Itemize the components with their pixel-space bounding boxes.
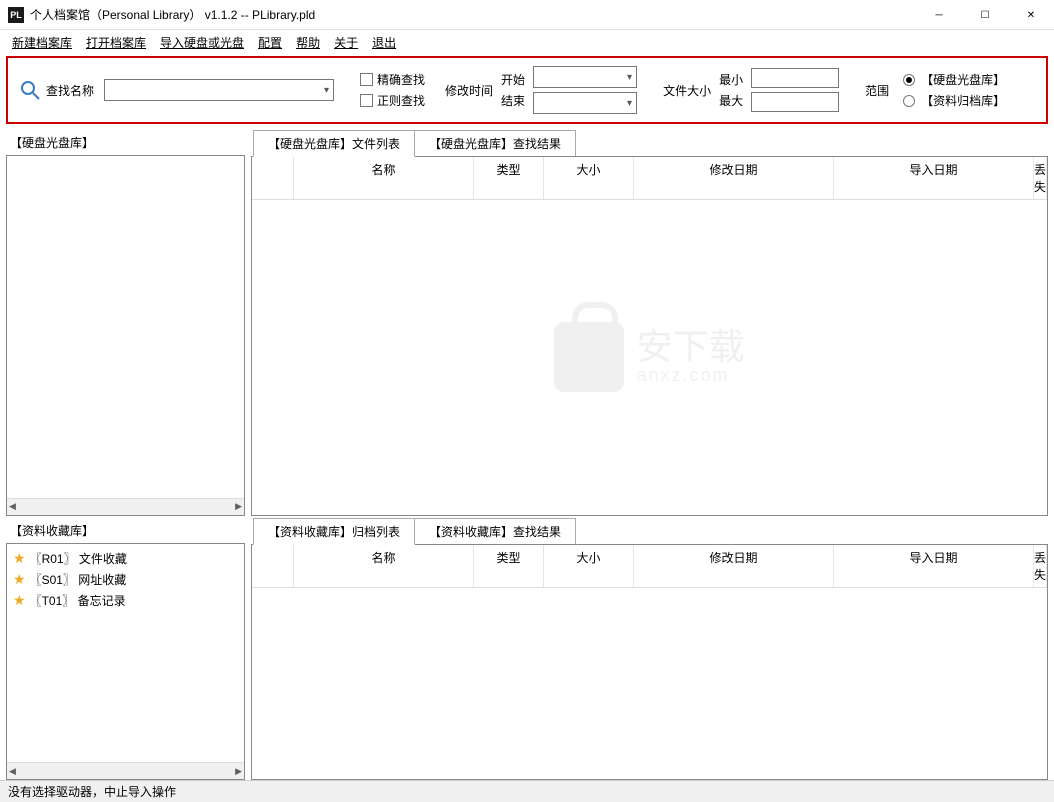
tab-collect-search[interactable]: 【资料收藏库】查找结果 xyxy=(414,518,576,544)
list-item-label: 〖R01〗 文件收藏 xyxy=(30,550,127,567)
range-disk-radio[interactable] xyxy=(903,74,915,86)
menu-open[interactable]: 打开档案库 xyxy=(80,32,152,53)
tab-disk-search[interactable]: 【硬盘光盘库】查找结果 xyxy=(414,130,576,156)
min-label: 最小 xyxy=(719,71,743,88)
close-button[interactable]: ✕ xyxy=(1008,0,1054,30)
col-type[interactable]: 类型 xyxy=(474,157,544,199)
tab-disk-filelist[interactable]: 【硬盘光盘库】文件列表 xyxy=(253,130,415,157)
exact-label: 精确查找 xyxy=(377,71,425,88)
disk-grid-header: 名称 类型 大小 修改日期 导入日期 丢失 xyxy=(252,157,1047,200)
app-icon: PL xyxy=(8,7,24,23)
disk-tabstrip: 【硬盘光盘库】文件列表 【硬盘光盘库】查找结果 xyxy=(251,130,1048,156)
search-toolbar: 查找名称 精确查找 正则查找 修改时间 开始 结束 文件大小 最小 最大 xyxy=(6,56,1048,124)
col-lost[interactable]: 丢失 xyxy=(1034,157,1047,199)
regex-label: 正则查找 xyxy=(377,92,425,109)
maximize-button[interactable]: ☐ xyxy=(962,0,1008,30)
max-size-input[interactable] xyxy=(751,92,839,112)
collect-tabstrip: 【资料收藏库】归档列表 【资料收藏库】查找结果 xyxy=(251,518,1048,544)
start-time-input[interactable] xyxy=(533,66,637,88)
watermark: 安下载 anxz.com xyxy=(554,322,744,392)
end-time-input[interactable] xyxy=(533,92,637,114)
exact-checkbox[interactable] xyxy=(360,73,373,86)
scroll-left-icon[interactable]: ◀ xyxy=(9,766,16,777)
status-text: 没有选择驱动器，中止导入操作 xyxy=(8,783,176,800)
range-archive-label: 【资料归档库】 xyxy=(921,92,1005,109)
col-mod-date[interactable]: 修改日期 xyxy=(634,545,834,587)
star-icon: ★ xyxy=(13,592,26,609)
watermark-sub: anxz.com xyxy=(636,365,744,386)
range-disk-label: 【硬盘光盘库】 xyxy=(921,71,1005,88)
col-type[interactable]: 类型 xyxy=(474,545,544,587)
list-item-label: 〖T01〗 备忘记录 xyxy=(30,592,126,609)
main-area: 【硬盘光盘库】 ◀ ▶ 【硬盘光盘库】文件列表 【硬盘光盘库】查找结果 名称 类… xyxy=(0,126,1054,780)
menu-config[interactable]: 配置 xyxy=(252,32,288,53)
menu-import[interactable]: 导入硬盘或光盘 xyxy=(154,32,250,53)
lock-icon xyxy=(554,322,624,392)
collect-tree-scrollbar[interactable]: ◀ ▶ xyxy=(7,762,244,779)
col-size[interactable]: 大小 xyxy=(544,157,634,199)
range-label: 范围 xyxy=(865,82,889,99)
col-import-date[interactable]: 导入日期 xyxy=(834,157,1034,199)
menu-new[interactable]: 新建档案库 xyxy=(6,32,78,53)
scroll-right-icon[interactable]: ▶ xyxy=(235,766,242,777)
list-item-label: 〖S01〗 网址收藏 xyxy=(30,571,127,588)
min-size-input[interactable] xyxy=(751,68,839,88)
disk-grid[interactable]: 名称 类型 大小 修改日期 导入日期 丢失 安下载 anxz.com xyxy=(251,156,1048,516)
minimize-button[interactable]: ─ xyxy=(916,0,962,30)
menu-about[interactable]: 关于 xyxy=(328,32,364,53)
search-name-label: 查找名称 xyxy=(46,82,94,99)
col-import-date[interactable]: 导入日期 xyxy=(834,545,1034,587)
col-name[interactable]: 名称 xyxy=(294,545,474,587)
search-name-input[interactable] xyxy=(104,79,334,101)
col-lost[interactable]: 丢失 xyxy=(1034,545,1047,587)
disk-tree-scrollbar[interactable]: ◀ ▶ xyxy=(7,498,244,515)
list-item[interactable]: ★ 〖T01〗 备忘记录 xyxy=(13,590,238,611)
tab-collect-archivelist[interactable]: 【资料收藏库】归档列表 xyxy=(253,518,415,545)
collect-tree[interactable]: ★ 〖R01〗 文件收藏 ★ 〖S01〗 网址收藏 ★ 〖T01〗 备忘记录 ◀… xyxy=(6,543,245,780)
regex-checkbox[interactable] xyxy=(360,94,373,107)
end-label: 结束 xyxy=(501,92,525,109)
col-name[interactable]: 名称 xyxy=(294,157,474,199)
star-icon: ★ xyxy=(13,550,26,567)
statusbar: 没有选择驱动器，中止导入操作 xyxy=(0,780,1054,802)
collect-tree-title: 【资料收藏库】 xyxy=(6,518,245,543)
collect-grid-header: 名称 类型 大小 修改日期 导入日期 丢失 xyxy=(252,545,1047,588)
mod-time-label: 修改时间 xyxy=(445,82,493,99)
disk-tree-title: 【硬盘光盘库】 xyxy=(6,130,245,155)
start-label: 开始 xyxy=(501,71,525,88)
list-item[interactable]: ★ 〖R01〗 文件收藏 xyxy=(13,548,238,569)
window-controls: ─ ☐ ✕ xyxy=(916,0,1054,29)
scroll-right-icon[interactable]: ▶ xyxy=(235,501,242,512)
scroll-left-icon[interactable]: ◀ xyxy=(9,501,16,512)
col-size[interactable]: 大小 xyxy=(544,545,634,587)
titlebar: PL 个人档案馆（Personal Library） v1.1.2 -- PLi… xyxy=(0,0,1054,30)
file-size-label: 文件大小 xyxy=(663,82,711,99)
range-archive-radio[interactable] xyxy=(903,95,915,107)
menu-exit[interactable]: 退出 xyxy=(366,32,402,53)
disk-tree[interactable]: ◀ ▶ xyxy=(6,155,245,516)
window-title: 个人档案馆（Personal Library） v1.1.2 -- PLibra… xyxy=(30,6,916,23)
collect-grid[interactable]: 名称 类型 大小 修改日期 导入日期 丢失 xyxy=(251,544,1048,780)
magnifier-icon xyxy=(18,78,42,102)
star-icon: ★ xyxy=(13,571,26,588)
max-label: 最大 xyxy=(719,92,743,109)
menubar: 新建档案库 打开档案库 导入硬盘或光盘 配置 帮助 关于 退出 xyxy=(0,30,1054,54)
menu-help[interactable]: 帮助 xyxy=(290,32,326,53)
watermark-main: 安下载 xyxy=(636,329,744,365)
col-mod-date[interactable]: 修改日期 xyxy=(634,157,834,199)
list-item[interactable]: ★ 〖S01〗 网址收藏 xyxy=(13,569,238,590)
